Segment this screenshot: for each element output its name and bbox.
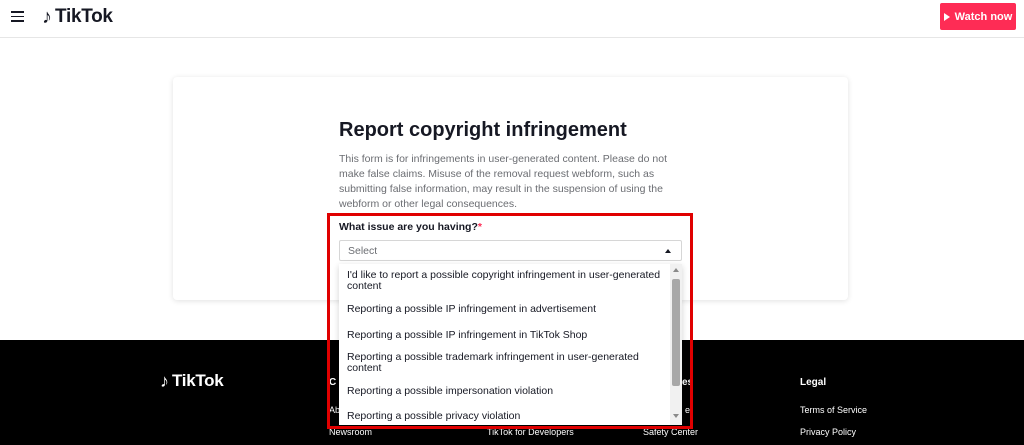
play-icon [943,12,950,21]
logo-text: TikTok [55,6,113,27]
watch-now-label: Watch now [954,10,1013,23]
top-header: ♪ TikTok Watch now [0,0,1024,38]
footer-logo-text: TikTok [172,371,224,390]
tiktok-note-icon: ♪ [42,6,52,28]
annotation-highlight-box [327,213,693,429]
footer-link-terms[interactable]: Terms of Service [800,405,867,415]
tiktok-note-icon: ♪ [160,371,169,391]
footer-logo[interactable]: ♪ TikTok [160,371,224,391]
watch-now-button[interactable]: Watch now [940,3,1016,30]
menu-icon[interactable] [11,11,24,22]
page-title: Report copyright infringement [339,119,627,141]
footer-legal-heading: Legal [800,377,827,388]
page-description: This form is for infringements in user-g… [339,153,668,210]
tiktok-logo[interactable]: ♪ TikTok [42,6,113,28]
footer-link-privacy[interactable]: Privacy Policy [800,427,856,437]
